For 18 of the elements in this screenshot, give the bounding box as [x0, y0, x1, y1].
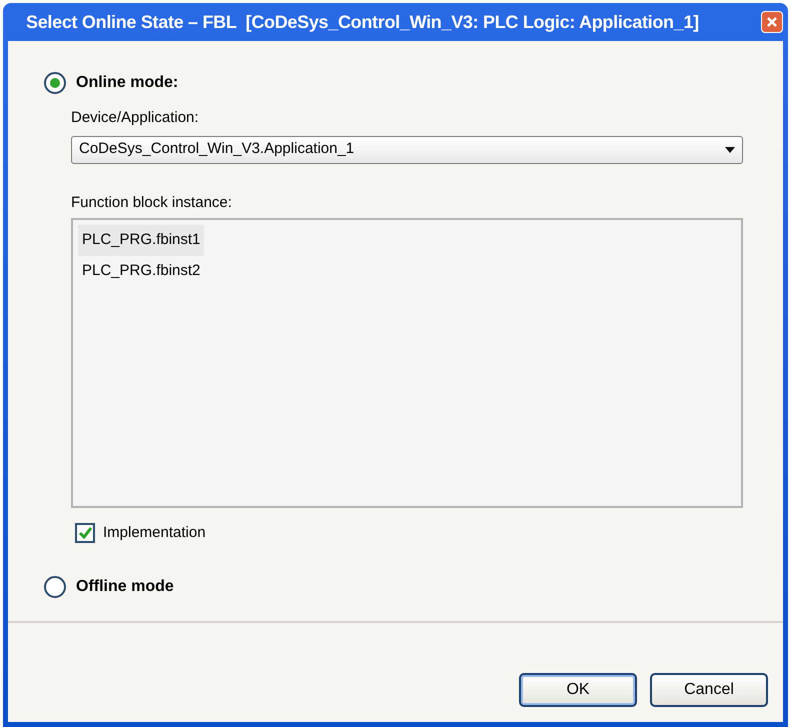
- close-button[interactable]: [761, 11, 783, 33]
- window-title: Select Online State – FBL [CoDeSys_Control_Win_V3: PLC Logic: Application_1]: [26, 10, 699, 34]
- check-icon: [78, 527, 92, 540]
- caret-icon: [725, 146, 735, 152]
- dialog-button[interactable]: Cancel: [650, 672, 768, 706]
- field-label: Function block instance:: [71, 192, 232, 212]
- radio-label: Offline mode: [76, 576, 174, 596]
- field-label: Device/Application:: [71, 108, 199, 128]
- checkbox-label: Implementation: [103, 523, 206, 543]
- dialog-button[interactable]: OK: [519, 672, 637, 706]
- close-icon: [766, 16, 778, 28]
- radio-label: Online mode:: [76, 73, 178, 93]
- checkbox[interactable]: [75, 523, 95, 544]
- list-item[interactable]: PLC_PRG.fbinst1: [78, 225, 204, 256]
- list-item[interactable]: PLC_PRG.fbinst2: [78, 256, 204, 286]
- radio-button[interactable]: [44, 72, 66, 94]
- radio-button[interactable]: [44, 576, 66, 598]
- device-dropdown[interactable]: CoDeSys_Control_Win_V3.Application_1: [71, 136, 743, 164]
